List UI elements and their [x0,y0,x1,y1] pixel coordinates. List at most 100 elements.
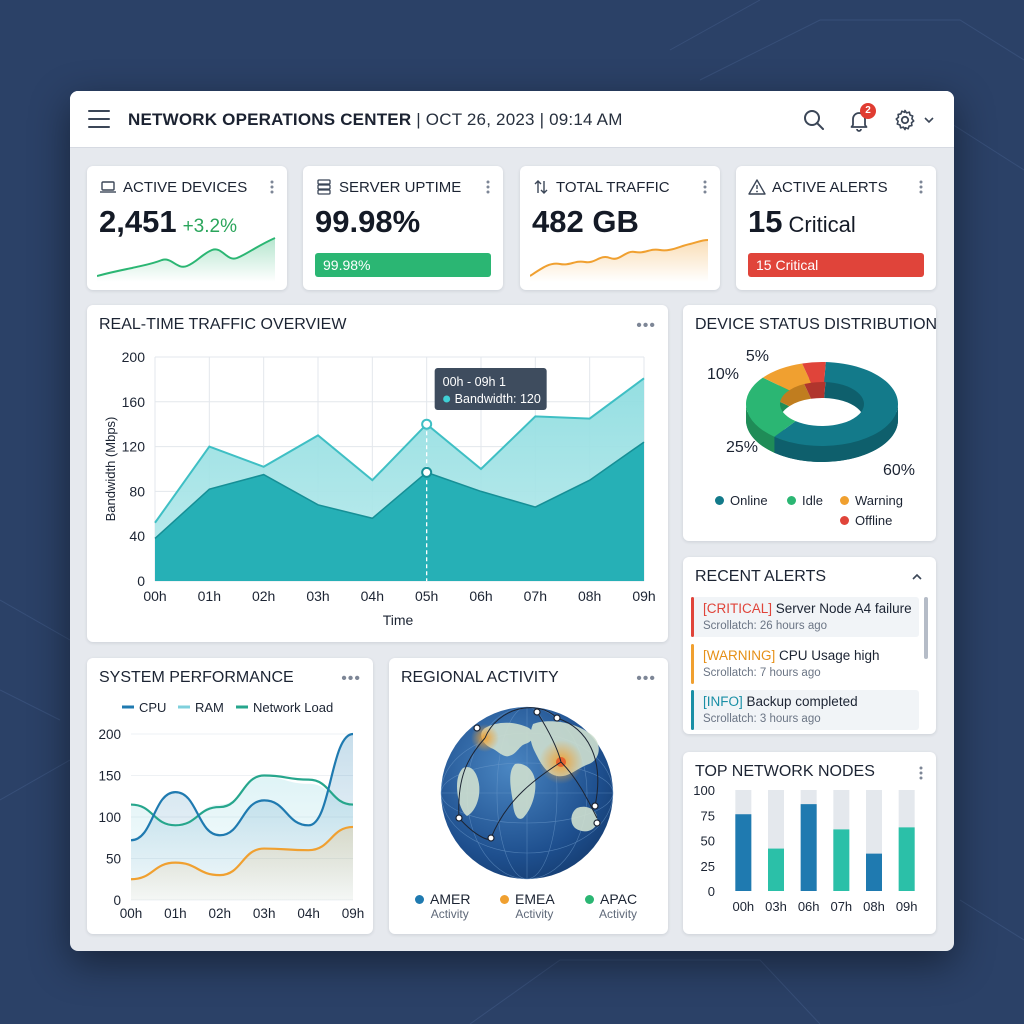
page-title: NETWORK OPERATIONS CENTER | OCT 26, 2023… [128,110,623,130]
more-options-icon[interactable] [485,178,491,196]
x-axis-label: Time [383,612,414,628]
y-tick-label: 25 [701,859,715,874]
menu-icon[interactable] [88,110,110,128]
y-tick-label: 80 [129,483,145,499]
warning-icon [748,179,766,195]
y-tick-label: 120 [122,439,146,455]
kpi-number: 15 [748,204,783,239]
date-time: | OCT 26, 2023 | 09:14 AM [416,110,623,129]
legend-apac: APAC Activity [585,891,637,921]
x-tick-label: 09h [342,906,365,921]
data-point [421,418,433,430]
alert-text: Backup completed [746,694,858,709]
y-tick-label: 100 [693,783,715,798]
y-tick-label: 50 [106,852,121,867]
x-tick-label: 03h [306,588,329,604]
system-performance-card: SYSTEM PERFORMANCE ••• 0 50 100 150 200 00h 01… [87,658,373,934]
legend-idle-label: Idle [802,493,823,508]
x-tick-label: 09h [896,899,918,914]
kpi-active-alerts[interactable]: ACTIVE ALERTS 15 Critical 15 Critical [736,166,936,290]
y-axis-label: Bandwidth (Mbps) [103,417,118,522]
x-tick-label: 04h [361,588,384,604]
y-tick-label: 150 [98,769,121,784]
kpi-title: TOTAL TRAFFIC [556,179,670,196]
tooltip-value: Bandwidth: 120 [455,392,541,406]
tooltip-dot [443,395,451,403]
kpi-subtitle: Critical [788,212,856,237]
alert-tag: [WARNING] [703,648,776,663]
chevron-up-icon[interactable] [910,570,924,584]
x-tick-label: 09h [632,588,655,604]
traffic-arrows-icon [534,180,548,194]
alert-item[interactable]: [CRITICAL] Server Node A4 failure Scroll… [691,597,919,637]
regional-activity-card: REGIONAL ACTIVITY ••• AMER Activity EMEA… [389,658,668,934]
more-options-icon[interactable] [702,178,708,196]
devices-icon [100,181,116,193]
slice-label-idle: 25% [726,439,758,456]
x-tick-label: 06h [798,899,820,914]
top-nodes-chart: 0 25 50 75 100 00h 03h 06h 07h 08h 09h [693,783,918,914]
alert-item[interactable]: [WARNING] CPU Usage high Scrollatch: 7 h… [691,644,919,684]
alerts-scrollbar[interactable] [924,597,928,659]
globe-map [440,706,614,880]
system-performance-chart: 05010015020000h 01h 02h 03h 04h 09hCPU RAM Netw… [98,700,365,921]
legend-amer-label: AMER [430,891,471,907]
x-tick-label: 06h [469,588,492,604]
x-tick-label: 00h [120,906,143,921]
slice-label-warning: 10% [707,366,739,383]
notification-badge: 2 [860,103,876,119]
kpi-title: ACTIVE ALERTS [772,179,888,196]
y-tick-label: 75 [701,808,715,823]
x-tick-label: 08h [578,588,601,604]
more-options-icon[interactable]: ••• [636,670,656,688]
x-tick-label: 01h [164,906,187,921]
x-tick-label: 08h [863,899,885,914]
kpi-value: 15 Critical [748,204,856,240]
bar [866,853,882,891]
x-tick-label: 05h [415,588,438,604]
app-title: NETWORK OPERATIONS CENTER [128,110,412,129]
alert-meta: Scrollatch: 26 hours ago [703,620,828,632]
card-title: REGIONAL ACTIVITY [401,669,559,686]
x-tick-label: 03h [253,906,276,921]
kpi-value: 99.98% [315,204,421,239]
chevron-down-icon[interactable] [922,113,936,127]
realtime-traffic-card: REAL-TIME TRAFFIC OVERVIEW ••• 0 40 80 120 1… [87,305,668,642]
more-options-icon[interactable] [269,178,275,196]
legend-apac-label: APAC [600,891,638,907]
y-tick-label: 0 [137,573,145,589]
data-point [421,466,433,478]
realtime-traffic-chart: 0 40 80 120 160 200 00h 01h 02h 03h 04h 05h 06h 07h 08… [103,349,656,628]
top-network-nodes-card: TOP NETWORK NODES 0 25 50 75 100 00h 03h 06h 07h… [683,752,936,934]
alert-meta: Scrollatch: 3 hours ago [703,713,821,725]
alert-tag: [INFO] [703,694,743,709]
bar [800,804,817,891]
card-title: RECENT ALERTS [695,568,827,585]
x-tick-label: 01h [198,588,221,604]
bar [833,829,850,891]
y-tick-label: 0 [708,884,715,899]
legend-warning-label: Warning [855,493,903,508]
legend-offline: Offline [840,513,892,528]
alert-text: Server Node A4 failure [775,601,912,616]
kpi-server-uptime[interactable]: SERVER UPTIME 99.98% 99.98% [303,166,503,290]
gear-icon[interactable] [893,108,917,132]
legend-emea: EMEA Activity [500,891,555,921]
legend-warning: Warning [840,493,903,508]
legend-online-label: Online [730,493,768,508]
legend-label: RAM [195,700,224,715]
top-bar: NETWORK OPERATIONS CENTER | OCT 26, 2023… [70,91,954,148]
more-options-icon[interactable] [918,178,924,196]
alert-meta: Scrollatch: 7 hours ago [703,667,821,679]
alerts-status-bar: 15 Critical [748,253,924,277]
legend-apac-sub: Activity [599,907,638,921]
kpi-total-traffic[interactable]: TOTAL TRAFFIC 482 GB [520,166,720,290]
alert-item[interactable]: [INFO] Backup completed Scrollatch: 3 ho… [691,690,919,730]
slice-label-offline: 5% [746,348,769,365]
kpi-active-devices[interactable]: ACTIVE DEVICES 2,451 +3.2% [87,166,287,290]
legend-emea-sub: Activity [515,907,554,921]
legend-amer-sub: Activity [430,907,469,921]
alert-text: CPU Usage high [779,648,880,663]
search-icon[interactable] [802,108,826,132]
x-tick-label: 04h [297,906,320,921]
